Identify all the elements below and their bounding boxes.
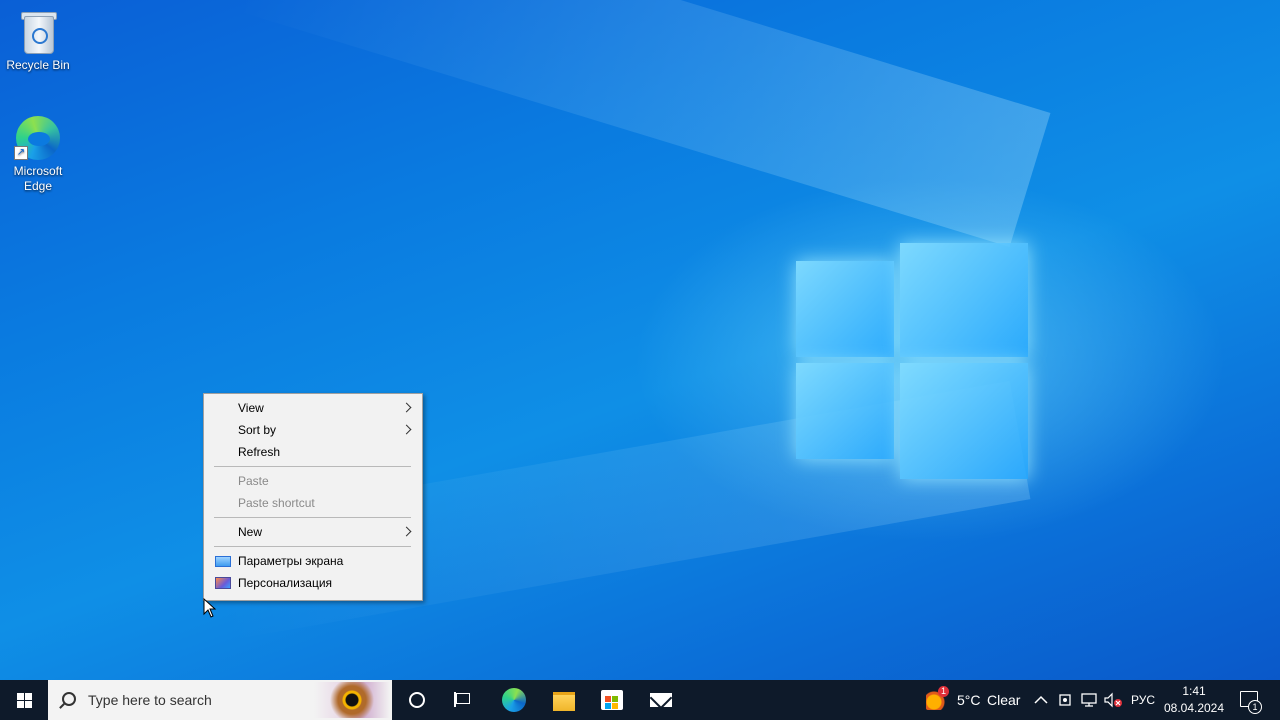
logo-pane — [900, 363, 1028, 479]
clock-date: 08.04.2024 — [1163, 701, 1225, 715]
menu-item-sort-by[interactable]: Sort by — [204, 419, 422, 441]
weather-badge: 1 — [938, 686, 949, 697]
windows-logo-wallpaper — [796, 243, 1028, 479]
menu-separator — [214, 546, 411, 547]
meet-now-icon[interactable] — [1058, 692, 1072, 708]
menu-separator — [214, 466, 411, 467]
logo-pane — [796, 261, 894, 357]
taskbar-edge-button[interactable] — [490, 680, 538, 720]
menu-item-label: Paste — [238, 474, 269, 488]
weather-temperature: 5°C — [957, 692, 981, 708]
task-view-button[interactable] — [440, 680, 488, 720]
menu-item-label: Sort by — [238, 423, 277, 437]
clock-time: 1:41 — [1182, 684, 1206, 698]
menu-item-label: Refresh — [238, 445, 281, 459]
edge-icon: ↗ — [14, 114, 62, 162]
cortana-icon — [409, 692, 425, 708]
desktop-icon-microsoft-edge[interactable]: ↗ Microsoft Edge — [0, 114, 76, 194]
desktop-background[interactable]: Recycle Bin ↗ Microsoft Edge View Sort b… — [0, 0, 1280, 680]
weather-condition: Clear — [987, 692, 1021, 708]
menu-separator — [214, 517, 411, 518]
cortana-button[interactable] — [392, 680, 440, 720]
chevron-right-icon — [401, 526, 412, 537]
menu-item-new[interactable]: New — [204, 521, 422, 543]
taskbar-search-box[interactable]: Type here to search — [48, 680, 392, 720]
chevron-up-icon[interactable] — [1034, 692, 1048, 708]
file-explorer-icon — [553, 692, 575, 711]
menu-item-label: Персонализация — [238, 576, 333, 590]
start-button[interactable] — [0, 680, 48, 720]
menu-item-label: View — [238, 401, 264, 415]
edge-icon — [502, 688, 526, 712]
network-icon[interactable] — [1080, 692, 1098, 708]
menu-item-refresh[interactable]: Refresh — [204, 441, 422, 463]
mail-icon — [650, 693, 672, 707]
search-placeholder: Type here to search — [88, 692, 212, 708]
notification-count: 1 — [1248, 700, 1262, 714]
desktop-icon-recycle-bin[interactable]: Recycle Bin — [0, 8, 76, 73]
chevron-right-icon — [401, 402, 412, 413]
system-clock[interactable]: 1:41 08.04.2024 — [1162, 683, 1226, 717]
logo-pane — [796, 363, 894, 459]
menu-item-label: Paste shortcut — [238, 496, 315, 510]
menu-item-label: Параметры экрана — [238, 554, 344, 568]
taskbar-file-explorer-button[interactable] — [540, 680, 588, 720]
light-beam — [234, 0, 1051, 247]
display-settings-icon — [215, 556, 231, 567]
shortcut-arrow-icon: ↗ — [14, 146, 28, 160]
menu-item-paste-shortcut[interactable]: Paste shortcut — [204, 492, 422, 514]
search-icon — [62, 692, 76, 706]
search-highlight-image — [314, 682, 390, 718]
input-language-indicator[interactable]: РУС — [1131, 680, 1155, 720]
mouse-cursor-icon — [203, 598, 217, 618]
taskbar-store-button[interactable] — [588, 680, 636, 720]
chevron-right-icon — [401, 424, 412, 435]
logo-pane — [900, 243, 1028, 357]
desktop-icon-label: Recycle Bin — [6, 58, 70, 72]
desktop-icon-label: Microsoft Edge — [13, 164, 63, 193]
store-icon — [601, 690, 623, 710]
menu-item-paste[interactable]: Paste — [204, 470, 422, 492]
menu-item-personalization[interactable]: Персонализация — [204, 572, 422, 594]
menu-item-view[interactable]: View — [204, 397, 422, 419]
desktop-context-menu: View Sort by Refresh Paste Paste shortcu… — [203, 393, 423, 601]
recycle-bin-icon — [14, 8, 62, 56]
personalization-icon — [215, 577, 231, 589]
taskbar-mail-button[interactable] — [637, 680, 685, 720]
menu-item-label: New — [238, 525, 263, 539]
menu-item-display-settings[interactable]: Параметры экрана — [204, 550, 422, 572]
taskbar: Type here to search 1 5°C Clear РУС 1:41… — [0, 680, 1280, 720]
volume-muted-icon[interactable] — [1103, 692, 1123, 708]
